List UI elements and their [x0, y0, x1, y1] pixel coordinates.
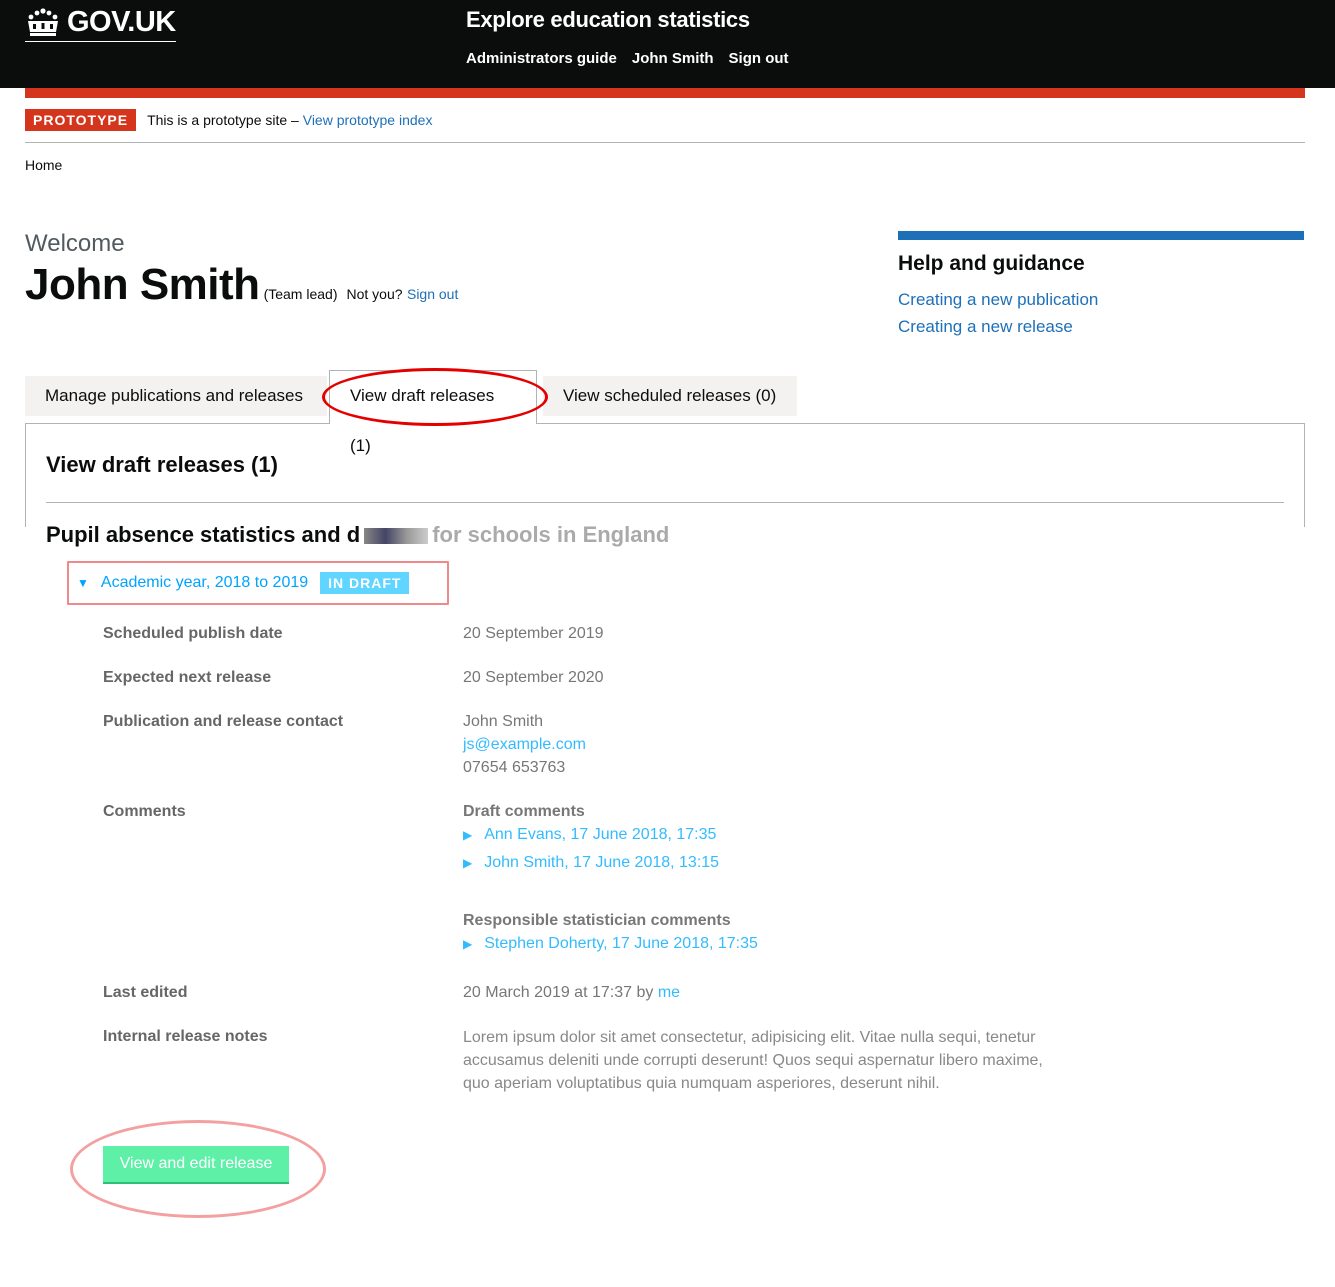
logo-text: GOV.UK — [67, 6, 176, 38]
contact-name: John Smith — [463, 713, 544, 730]
nav-user-name[interactable]: John Smith — [632, 50, 714, 67]
notes-label: Internal release notes — [103, 1028, 268, 1045]
header-nav: Administrators guide John Smith Sign out — [466, 50, 789, 67]
header-accent-bar — [25, 88, 1305, 98]
draft-comments-heading: Draft comments — [463, 803, 585, 820]
user-role: (Team lead) — [263, 286, 338, 302]
phase-text: This is a prototype site – — [147, 112, 299, 128]
last-edited-label: Last edited — [103, 984, 188, 1001]
prototype-index-link[interactable]: View prototype index — [303, 112, 433, 128]
help-link-new-publication[interactable]: Creating a new publication — [898, 290, 1304, 310]
draft-comment-link[interactable]: John Smith, 17 June 2018, 13:15 — [484, 854, 719, 872]
user-name: John Smith — [25, 260, 260, 309]
triangle-right-icon: ▶ — [463, 828, 473, 842]
breadcrumb-home[interactable]: Home — [25, 157, 62, 173]
contact-label: Publication and release contact — [103, 713, 344, 730]
tab-view-scheduled-releases[interactable]: View scheduled releases (0) — [543, 376, 797, 416]
glitch-block — [364, 528, 429, 545]
comments-label: Comments — [103, 803, 186, 820]
scheduled-label: Scheduled publish date — [103, 625, 283, 642]
site-header: GOV.UK Explore education statistics Admi… — [0, 0, 1335, 88]
draft-comment-item[interactable]: ▶ Ann Evans, 17 June 2018, 17:35 — [463, 826, 716, 844]
panel-divider — [46, 502, 1284, 503]
publication-title-end: for schools in England — [432, 522, 670, 547]
scheduled-value: 20 September 2019 — [463, 625, 604, 642]
breadcrumb: Home — [25, 157, 62, 173]
crown-icon — [28, 7, 58, 36]
tab-manage-publications[interactable]: Manage publications and releases — [25, 376, 327, 416]
phase-tag: PROTOTYPE — [25, 109, 137, 131]
user-heading: John Smith (Team lead) Not you? Sign out — [25, 260, 458, 310]
highlight-circle-button — [70, 1120, 326, 1218]
phase-banner: PROTOTYPE This is a prototype site – Vie… — [25, 109, 432, 131]
triangle-right-icon: ▶ — [463, 937, 473, 951]
contact-email-link[interactable]: js@example.com — [463, 736, 586, 753]
notes-value: Lorem ipsum dolor sit amet consectetur, … — [463, 1029, 1043, 1092]
triangle-right-icon: ▶ — [463, 856, 473, 870]
not-you-text: Not you? — [346, 286, 403, 302]
next-release-label: Expected next release — [103, 669, 272, 686]
govuk-logo[interactable]: GOV.UK — [25, 6, 176, 42]
statistician-comment-link[interactable]: Stephen Doherty, 17 June 2018, 17:35 — [484, 935, 758, 953]
publication-title: Pupil absence statistics and d for school… — [46, 522, 669, 548]
statistician-comments-heading: Responsible statistician comments — [463, 912, 731, 929]
panel-title: View draft releases (1) — [46, 452, 278, 477]
draft-comment-link[interactable]: Ann Evans, 17 June 2018, 17:35 — [484, 826, 716, 844]
highlight-circle-tab — [322, 368, 548, 426]
help-title: Help and guidance — [898, 252, 1085, 275]
last-edited-by-link[interactable]: me — [658, 984, 680, 1001]
contact-phone: 07654 653763 — [463, 759, 566, 776]
service-name[interactable]: Explore education statistics — [466, 7, 750, 33]
statistician-comment-item[interactable]: ▶ Stephen Doherty, 17 June 2018, 17:35 — [463, 935, 758, 953]
help-link-new-release[interactable]: Creating a new release — [898, 317, 1304, 337]
next-release-value: 20 September 2020 — [463, 669, 604, 686]
help-and-guidance: Help and guidance Creating a new publica… — [898, 231, 1304, 344]
last-edited-text: 20 March 2019 at 17:37 by — [463, 984, 654, 1001]
last-edited-value: 20 March 2019 at 17:37 by me — [463, 984, 680, 1002]
welcome-caption: Welcome — [25, 230, 125, 257]
divider — [25, 142, 1305, 143]
nav-administrators-guide[interactable]: Administrators guide — [466, 50, 617, 67]
highlight-box-release — [67, 561, 449, 605]
sign-out-link[interactable]: Sign out — [407, 286, 458, 302]
publication-title-start: Pupil absence statistics and d — [46, 522, 361, 547]
draft-comment-item[interactable]: ▶ John Smith, 17 June 2018, 13:15 — [463, 854, 719, 872]
nav-sign-out[interactable]: Sign out — [729, 50, 789, 67]
